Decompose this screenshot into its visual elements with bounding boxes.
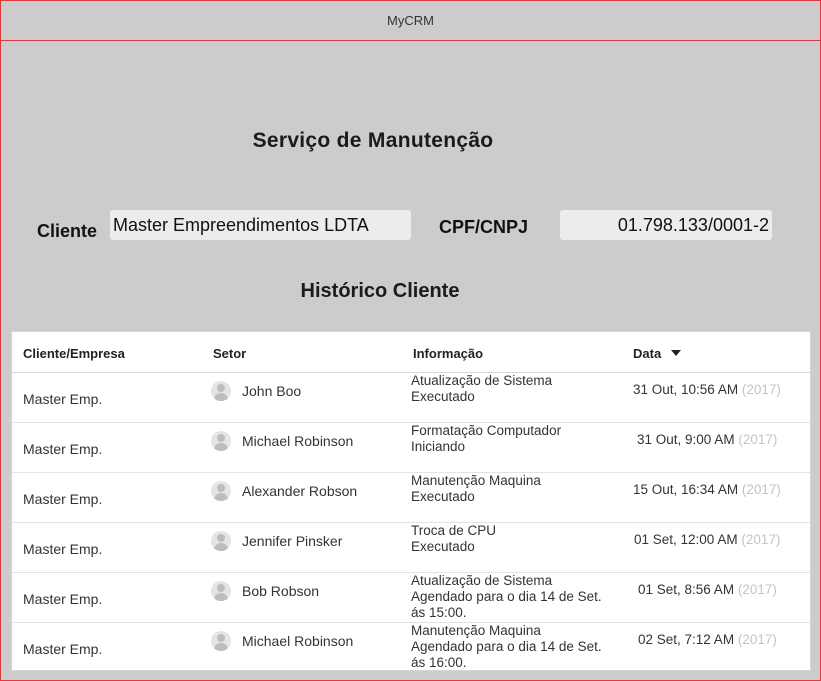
cell-informacao: Atualização de Sistema Executado xyxy=(411,373,621,405)
date-year: (2017) xyxy=(738,432,778,447)
date-value: 15 Out, 16:34 AM xyxy=(633,482,739,497)
info-status: Iniciando xyxy=(411,439,466,454)
table-header: Cliente/Empresa Setor Informação Data xyxy=(12,332,810,373)
cell-data: 01 Set, 12:00 AM (2017) xyxy=(634,532,780,547)
cell-cliente: Master Emp. xyxy=(23,541,103,557)
date-year: (2017) xyxy=(741,482,781,497)
date-value: 01 Set, 12:00 AM xyxy=(634,532,738,547)
cell-data: 15 Out, 16:34 AM (2017) xyxy=(633,482,781,497)
history-table: Cliente/Empresa Setor Informação Data Ma… xyxy=(11,331,811,671)
page-title: Serviço de Manutenção xyxy=(252,129,494,152)
cell-informacao: Atualização de Sistema Agendado para o di… xyxy=(411,573,621,621)
info-title: Manutenção Maquina xyxy=(411,473,541,488)
user-avatar-icon xyxy=(211,631,231,651)
info-status: Agendado para o dia 14 de Set. xyxy=(411,639,602,654)
column-header-informacao[interactable]: Informação xyxy=(413,346,483,361)
info-status: Executado xyxy=(411,389,475,404)
cell-setor: Alexander Robson xyxy=(242,483,358,499)
user-avatar-icon xyxy=(211,431,231,451)
cell-data: 01 Set, 8:56 AM (2017) xyxy=(638,582,777,597)
user-avatar-icon xyxy=(211,481,231,501)
info-title: Formatação Computador xyxy=(411,423,562,438)
history-title: Histórico Cliente xyxy=(300,280,460,302)
table-row[interactable]: Master Emp. Jennifer Pinsker Troca de CPU E… xyxy=(12,523,810,573)
info-status: Executado xyxy=(411,489,475,504)
cnpj-label: CPF/CNPJ xyxy=(439,217,529,237)
date-value: 02 Set, 7:12 AM xyxy=(638,632,735,647)
date-value: 31 Out, 9:00 AM xyxy=(637,432,735,447)
sort-descending-icon[interactable] xyxy=(671,350,682,356)
cell-cliente: Master Emp. xyxy=(23,591,103,607)
column-header-data-label: Data xyxy=(633,346,662,361)
cliente-label: Cliente xyxy=(37,221,98,241)
cell-informacao: Manutenção Maquina Agendado para o dia 14… xyxy=(411,623,621,670)
table-row[interactable]: Master Emp. John Boo Atualização de Sistem… xyxy=(12,373,810,423)
date-value: 31 Out, 10:56 AM xyxy=(633,382,739,397)
cell-data: 02 Set, 7:12 AM (2017) xyxy=(638,632,777,647)
cell-setor: Michael Robinson xyxy=(242,433,354,449)
cliente-input[interactable] xyxy=(110,210,411,240)
cell-informacao: Troca de CPU Executado xyxy=(411,523,621,555)
cell-setor: Bob Robson xyxy=(242,583,320,599)
info-detail: ás 16:00. xyxy=(411,655,467,670)
date-value: 01 Set, 8:56 AM xyxy=(638,582,735,597)
cell-setor: Michael Robinson xyxy=(242,633,354,649)
user-avatar-icon xyxy=(211,581,231,601)
cell-cliente: Master Emp. xyxy=(23,491,103,507)
info-status: Agendado para o dia 14 de Set. xyxy=(411,589,602,604)
table-row[interactable]: Master Emp. Bob Robson Atualização de Sist… xyxy=(12,573,810,623)
date-year: (2017) xyxy=(741,532,781,547)
cell-informacao: Manutenção Maquina Executado xyxy=(411,473,621,505)
user-avatar-icon xyxy=(211,381,231,401)
info-title: Atualização de Sistema xyxy=(411,373,553,388)
info-detail: ás 15:00. xyxy=(411,605,467,620)
info-title: Troca de CPU xyxy=(411,523,497,538)
date-year: (2017) xyxy=(737,582,777,597)
column-header-cliente[interactable]: Cliente/Empresa xyxy=(23,346,125,361)
column-header-setor[interactable]: Setor xyxy=(213,346,246,361)
cell-cliente: Master Emp. xyxy=(23,441,103,457)
date-year: (2017) xyxy=(737,632,777,647)
window-title: MyCRM xyxy=(1,1,820,41)
table-row[interactable]: Master Emp. Michael Robinson Formatação Co… xyxy=(12,423,810,473)
info-title: Atualização de Sistema xyxy=(411,573,553,588)
user-avatar-icon xyxy=(211,531,231,551)
cell-setor: John Boo xyxy=(242,383,302,399)
info-status: Executado xyxy=(411,539,475,554)
column-header-data[interactable]: Data xyxy=(633,346,682,361)
cell-setor: Jennifer Pinsker xyxy=(242,533,343,549)
cnpj-input[interactable] xyxy=(560,210,772,240)
cell-cliente: Master Emp. xyxy=(23,641,103,657)
cell-cliente: Master Emp. xyxy=(23,391,103,407)
app-window: MyCRM Serviço de Manutenção Cliente CPF/… xyxy=(0,0,821,681)
info-title: Manutenção Maquina xyxy=(411,623,541,638)
date-year: (2017) xyxy=(741,382,781,397)
table-row[interactable]: Master Emp. Alexander Robson Manutenção Ma… xyxy=(12,473,810,523)
cell-data: 31 Out, 9:00 AM (2017) xyxy=(637,432,777,447)
cell-data: 31 Out, 10:56 AM (2017) xyxy=(633,382,781,397)
table-row[interactable]: Master Emp. Michael Robinson Manutenção Ma… xyxy=(12,623,810,670)
cell-informacao: Formatação Computador Iniciando xyxy=(411,423,621,455)
